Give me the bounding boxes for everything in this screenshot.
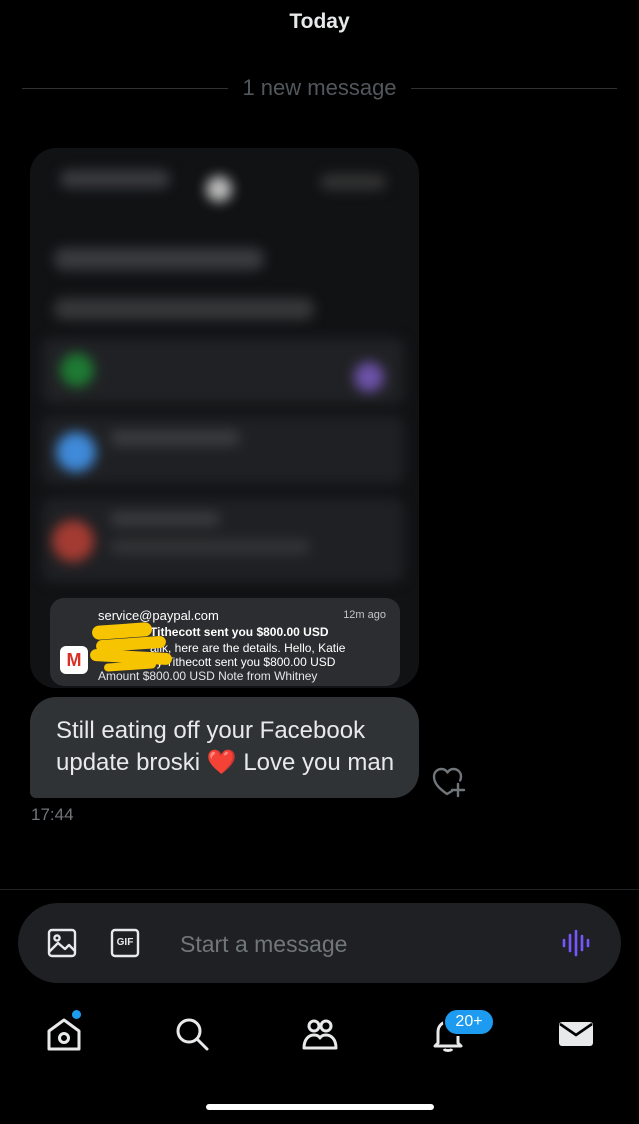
gif-icon[interactable]: GIF — [110, 928, 140, 958]
divider-line-left — [22, 87, 229, 89]
new-message-divider: 1 new message — [22, 74, 617, 102]
message-bubble[interactable]: Still eating off your Facebook update br… — [30, 697, 419, 798]
notification-body-line: alik, here are the details. Hello, Katie — [150, 641, 346, 655]
notification-subject: Tithecott sent you $800.00 USD — [150, 625, 329, 639]
message-input[interactable] — [178, 925, 542, 963]
new-message-label: 1 new message — [242, 75, 397, 100]
notification-sender: service@paypal.com — [98, 608, 219, 623]
messages-icon[interactable] — [556, 1014, 596, 1054]
message-line-2-end: Love you man — [236, 749, 395, 776]
message-line-2-start: update broski — [56, 749, 207, 776]
search-icon[interactable] — [172, 1014, 212, 1054]
composer-separator — [0, 889, 639, 890]
communities-icon[interactable] — [300, 1014, 340, 1054]
message-timestamp: 17:44 — [31, 805, 74, 824]
home-icon[interactable] — [44, 1014, 84, 1054]
image-icon[interactable] — [46, 927, 78, 959]
gmail-icon: M — [60, 646, 88, 674]
message-composer: GIF — [18, 903, 621, 983]
attached-screenshot[interactable]: M service@paypal.com 12m ago Tithecott s… — [30, 148, 419, 688]
message-line-1: Still eating off your Facebook — [56, 717, 366, 744]
divider-line-right — [410, 87, 617, 89]
date-header: Today — [289, 10, 350, 33]
notifications-badge: 20+ — [443, 1008, 495, 1036]
voice-icon[interactable] — [560, 927, 592, 959]
email-notification-card: M service@paypal.com 12m ago Tithecott s… — [50, 598, 400, 686]
notification-body-line: ey Tithecott sent you $800.00 USD — [150, 655, 336, 669]
heart-plus-icon[interactable] — [430, 764, 466, 798]
home-indicator[interactable] — [206, 1104, 434, 1110]
notification-body-line: Amount $800.00 USD Note from Whitney — [98, 669, 318, 683]
heart-emoji: ❤️ — [206, 749, 237, 776]
notification-time: 12m ago — [343, 609, 386, 621]
bottom-tab-bar — [0, 1000, 639, 1070]
message-text: Still eating off your Facebook update br… — [56, 715, 416, 779]
gif-label: GIF — [116, 937, 134, 948]
home-notification-dot — [72, 1010, 81, 1019]
